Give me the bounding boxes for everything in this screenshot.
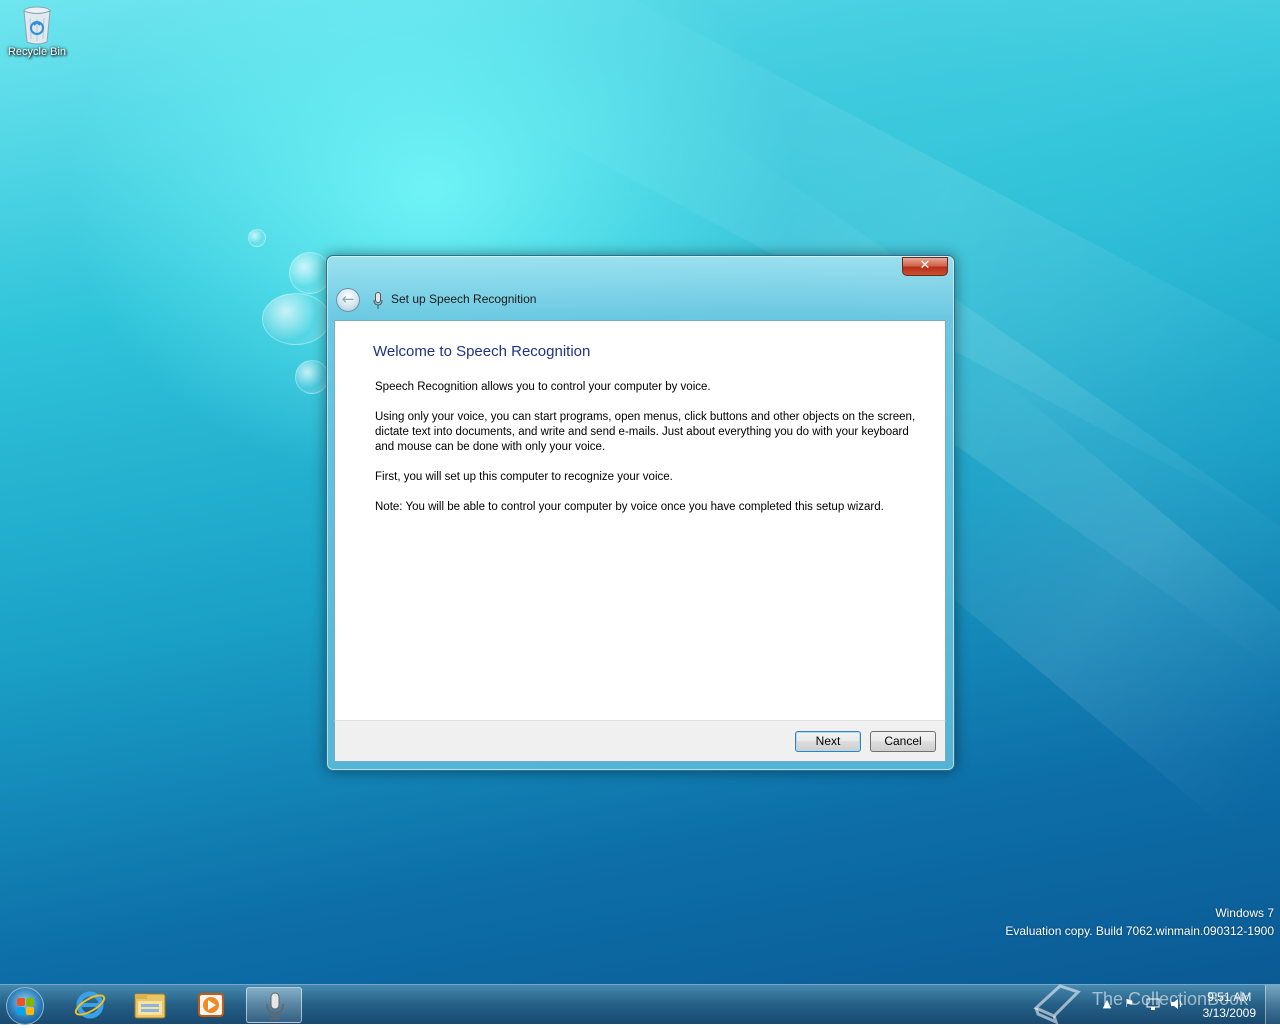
close-button[interactable]: ✕ <box>902 257 948 276</box>
paragraph: Using only your voice, you can start pro… <box>375 411 916 453</box>
desktop-icon-label: Recycle Bin <box>7 46 67 58</box>
bubble <box>295 360 329 394</box>
desktop-icon-recycle-bin[interactable]: Recycle Bin <box>4 6 70 58</box>
bubble <box>262 293 330 345</box>
windows-watermark: Windows 7 Evaluation copy. Build 7062.wi… <box>1005 904 1274 940</box>
taskbar-speech-recognition[interactable] <box>246 987 302 1023</box>
speech-setup-dialog: ✕ ← Set up Speech Recognition Welcome to… <box>326 255 955 771</box>
close-icon: ✕ <box>919 258 931 273</box>
back-button[interactable]: ← <box>336 288 360 312</box>
watermark-line: Windows 7 <box>1215 906 1274 920</box>
dialog-title: Set up Speech Recognition <box>391 292 537 306</box>
next-button[interactable]: Next <box>795 731 861 752</box>
taskbar-media-player[interactable] <box>183 987 239 1023</box>
paragraph: Note: You will be able to control your c… <box>375 501 884 513</box>
paragraph: First, you will set up this computer to … <box>375 471 673 483</box>
overlay-text: The CollectionBook <box>1092 989 1249 1009</box>
bubble <box>289 252 331 294</box>
start-button[interactable] <box>6 987 44 1025</box>
book-logo-icon <box>1033 984 1081 1024</box>
paragraph: Speech Recognition allows you to control… <box>375 381 711 393</box>
cancel-button[interactable]: Cancel <box>870 731 936 752</box>
media-player-icon <box>198 993 224 1017</box>
recycle-bin-icon <box>22 6 52 45</box>
folder-icon <box>134 993 166 1019</box>
microphone-icon <box>266 992 284 1020</box>
internet-explorer-icon <box>74 991 106 1019</box>
page-heading: Welcome to Speech Recognition <box>373 343 591 360</box>
desktop[interactable]: Recycle Bin Windows 7 Evaluation copy. B… <box>0 0 1280 984</box>
collection-book-overlay: The CollectionBook <box>1030 978 1280 1024</box>
taskbar-windows-explorer[interactable] <box>122 987 178 1023</box>
microphone-icon <box>373 292 383 310</box>
bubble <box>248 229 266 247</box>
back-arrow-icon: ← <box>341 290 355 308</box>
watermark-line: Evaluation copy. Build 7062.winmain.0903… <box>1005 924 1274 938</box>
wizard-footer: Next Cancel <box>334 720 946 762</box>
wizard-content: Welcome to Speech Recognition Speech Rec… <box>334 320 946 720</box>
taskbar-internet-explorer[interactable] <box>62 987 118 1023</box>
